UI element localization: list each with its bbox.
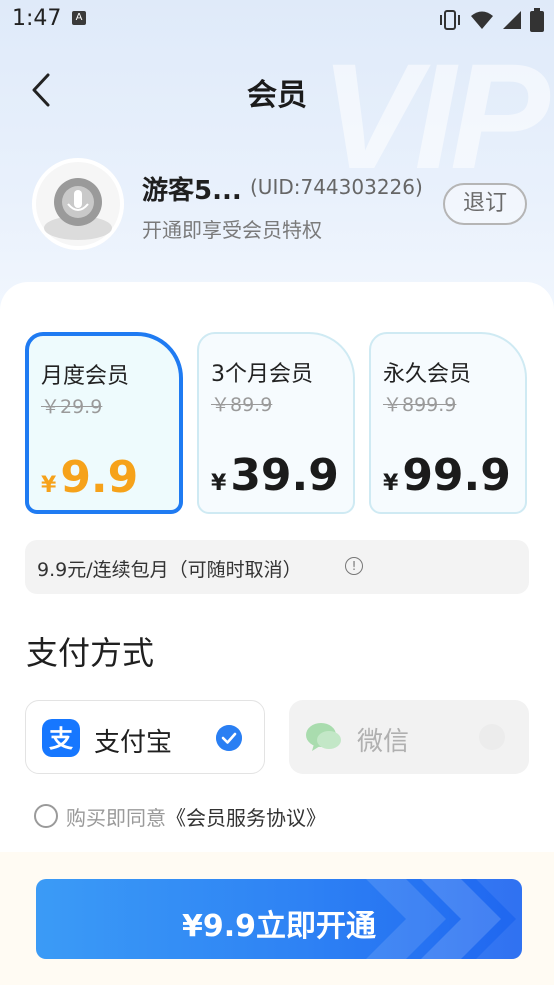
plan-price-value: 9.9 [60,452,139,503]
renewal-note-text: 9.9元/连续包月（可随时取消） [37,559,302,581]
unsubscribe-button[interactable]: 退订 [443,183,527,225]
activate-button-label: ¥9.9立即开通 [181,909,377,944]
payment-section-title: 支付方式 [26,634,155,672]
plan-card-monthly[interactable]: 月度会员 ￥29.9 ¥9.9 [25,332,183,514]
plan-name: 月度会员 [41,364,130,389]
status-bar: 1:47 A [0,0,554,38]
pay-option-alipay[interactable]: 支 支付宝 [25,700,265,774]
plan-card-lifetime[interactable]: 永久会员 ￥899.9 ¥99.9 [369,332,527,514]
info-icon[interactable]: ! [345,557,363,575]
plan-price: ¥39.9 [211,450,339,501]
plan-price-value: 99.9 [402,450,511,501]
vibrate-icon [440,10,460,30]
status-time: 1:47 [12,6,62,31]
radio-unselected-icon [479,724,505,750]
check-selected-icon [216,725,242,751]
signal-icon [503,11,521,29]
alipay-icon: 支 [42,719,80,757]
page-title: 会员 [247,78,307,113]
status-icons [438,8,544,32]
pay-label: 微信 [357,727,410,757]
notification-icon: A [72,11,86,25]
battery-icon [530,8,544,32]
svg-text:支: 支 [49,725,74,753]
renewal-note: 9.9元/连续包月（可随时取消） ! [25,540,529,594]
wechat-icon [306,723,341,751]
pay-label: 支付宝 [94,728,173,758]
pay-option-wechat[interactable]: 微信 [289,700,529,774]
avatar[interactable] [32,158,124,250]
agreement-checkbox[interactable] [34,804,58,828]
plan-original-price: ￥29.9 [41,396,103,418]
plan-original-price: ￥899.9 [383,394,457,416]
plan-name: 3个月会员 [211,362,313,387]
agreement-text: 购买即同意《会员服务协议》 [66,802,326,831]
plan-currency: ¥ [41,473,57,498]
wifi-icon [471,11,493,29]
plan-price: ¥9.9 [41,452,138,503]
plan-currency: ¥ [383,471,399,496]
agreement-link[interactable]: 《会员服务协议》 [166,806,326,830]
plan-card-3month[interactable]: 3个月会员 ￥89.9 ¥39.9 [197,332,355,514]
user-uid: (UID:744303226) [250,175,423,199]
agreement-prefix: 购买即同意 [66,806,166,830]
plan-currency: ¥ [211,471,227,496]
plan-price-value: 39.9 [230,450,339,501]
microphone-avatar-icon [44,178,112,240]
user-subtitle: 开通即享受会员特权 [142,218,322,242]
plan-name: 永久会员 [383,362,472,387]
plan-price: ¥99.9 [383,450,511,501]
username: 游客5... [142,176,242,206]
activate-button[interactable]: ¥9.9立即开通 [36,879,522,959]
plan-original-price: ￥89.9 [211,394,273,416]
